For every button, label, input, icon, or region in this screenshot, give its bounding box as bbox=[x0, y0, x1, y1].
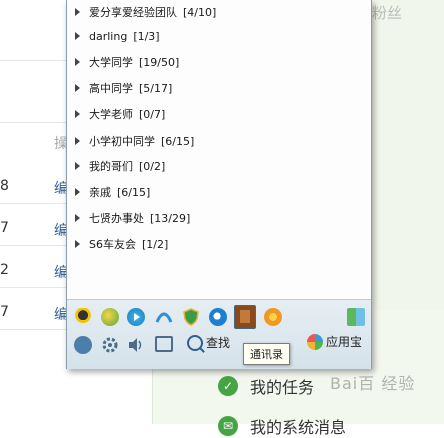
qq-music-icon[interactable] bbox=[155, 308, 173, 326]
search-icon bbox=[187, 334, 203, 351]
group-name: 大学同学 bbox=[89, 56, 133, 69]
group-item[interactable]: 高中同学 [5/17] bbox=[67, 76, 371, 100]
qq-browser-icon[interactable] bbox=[209, 308, 227, 326]
search-label: 查找 bbox=[206, 336, 231, 350]
app-center-button[interactable]: 应用宝 bbox=[307, 333, 362, 350]
group-name: S6车友会 bbox=[89, 238, 136, 251]
bottom-toolbar: 查找 应用宝 bbox=[67, 299, 371, 369]
collapsed-arrow-icon bbox=[75, 8, 80, 16]
message-icon: ✉ bbox=[218, 416, 238, 436]
group-count: [0/2] bbox=[139, 159, 166, 173]
group-count: [1/2] bbox=[141, 237, 169, 251]
group-item[interactable]: 七贤办事处 [13/29] bbox=[67, 206, 371, 230]
collapsed-arrow-icon bbox=[75, 84, 80, 92]
app-grid-icon[interactable] bbox=[347, 308, 365, 326]
qq-game-icon[interactable] bbox=[101, 308, 119, 326]
security-shield-icon[interactable] bbox=[182, 308, 200, 326]
group-name: 爱分享爱经验团队 bbox=[89, 6, 177, 19]
group-count: [0/7] bbox=[139, 107, 166, 121]
qzone-icon[interactable] bbox=[264, 308, 282, 326]
group-item[interactable]: S6车友会 [1/2] bbox=[67, 232, 371, 256]
group-name: 七贤办事处 bbox=[89, 212, 144, 225]
settings-gear-icon[interactable] bbox=[101, 336, 119, 354]
collapsed-arrow-icon bbox=[75, 32, 80, 40]
row-count: 7 bbox=[0, 304, 9, 320]
baidu-watermark: Bai百 经验 bbox=[330, 374, 416, 393]
system-messages-link[interactable]: ✉ 我的系统消息 bbox=[218, 414, 346, 438]
group-count: [1/3] bbox=[133, 29, 160, 43]
group-name: darling bbox=[89, 29, 128, 43]
group-name: 小学初中同学 bbox=[89, 135, 155, 148]
row-count: 7 bbox=[0, 220, 9, 236]
address-book-icon[interactable] bbox=[234, 305, 256, 329]
group-item[interactable]: darling [1/3] bbox=[67, 24, 371, 48]
address-book-cover bbox=[240, 310, 250, 323]
group-count: [4/10] bbox=[183, 5, 217, 19]
group-name: 亲戚 bbox=[89, 186, 111, 199]
collapsed-arrow-icon bbox=[75, 58, 80, 66]
qq-main-menu-icon[interactable] bbox=[74, 336, 92, 354]
task-icon: ✓ bbox=[218, 376, 238, 396]
collapsed-arrow-icon bbox=[75, 137, 80, 145]
collapsed-arrow-icon bbox=[75, 188, 80, 196]
sidebar-panel bbox=[370, 60, 444, 310]
group-name: 高中同学 bbox=[89, 82, 133, 95]
collapsed-arrow-icon bbox=[75, 240, 80, 248]
collapsed-arrow-icon bbox=[75, 162, 80, 170]
row-count: 2 bbox=[0, 262, 9, 278]
group-count: [6/15] bbox=[161, 134, 195, 148]
app-center-label: 应用宝 bbox=[326, 335, 363, 349]
my-tasks-link[interactable]: ✓ 我的任务 bbox=[218, 374, 314, 398]
group-count: [5/17] bbox=[139, 81, 173, 95]
video-play-icon[interactable] bbox=[127, 308, 145, 326]
qq-contact-panel: 爱分享爱经验团队 [4/10] darling [1/3] 大学同学 [19/5… bbox=[66, 0, 372, 369]
my-tasks-label: 我的任务 bbox=[250, 378, 315, 397]
collapsed-arrow-icon bbox=[75, 110, 80, 118]
address-book-tooltip: 通讯录 bbox=[243, 343, 290, 365]
group-name: 大学老师 bbox=[89, 108, 133, 121]
group-name: 我的哥们 bbox=[89, 160, 133, 173]
fans-label: 粉丝 bbox=[372, 4, 403, 22]
search-button[interactable]: 查找 bbox=[187, 334, 230, 351]
collapsed-arrow-icon bbox=[75, 214, 80, 222]
row-count: 8 bbox=[0, 178, 9, 194]
group-item[interactable]: 大学同学 [19/50] bbox=[67, 50, 371, 74]
sound-icon[interactable] bbox=[127, 336, 145, 354]
group-item[interactable]: 我的哥们 [0/2] bbox=[67, 154, 371, 178]
app-center-icon bbox=[307, 333, 323, 350]
group-count: [13/29] bbox=[150, 211, 191, 225]
group-item[interactable]: 亲戚 [6/15] bbox=[67, 180, 371, 204]
system-messages-label: 我的系统消息 bbox=[250, 418, 347, 437]
group-item[interactable]: 小学初中同学 [6/15] bbox=[67, 129, 371, 153]
qq-penguin-icon[interactable] bbox=[74, 308, 92, 326]
message-manager-icon[interactable] bbox=[155, 336, 173, 352]
group-item[interactable]: 大学老师 [0/7] bbox=[67, 102, 371, 126]
group-count: [6/15] bbox=[117, 185, 151, 199]
group-count: [19/50] bbox=[139, 55, 180, 69]
group-item[interactable]: 爱分享爱经验团队 [4/10] bbox=[67, 0, 371, 24]
